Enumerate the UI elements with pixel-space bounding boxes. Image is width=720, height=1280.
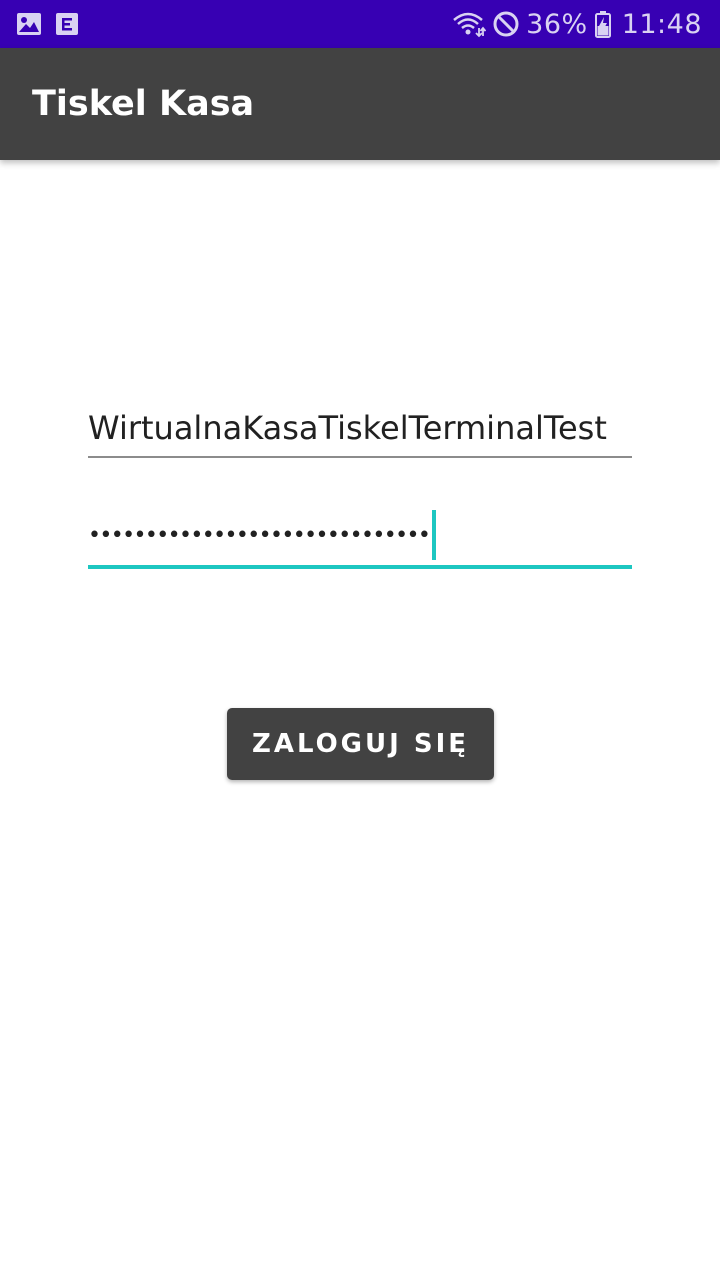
password-input[interactable]: •••••••••••••••••••••••••••••• bbox=[88, 505, 632, 565]
battery-percent: 36% bbox=[526, 8, 588, 40]
wifi-icon bbox=[452, 10, 487, 38]
image-icon bbox=[16, 12, 42, 36]
e-document-icon bbox=[55, 12, 79, 36]
username-underline bbox=[88, 456, 632, 458]
notification-area bbox=[16, 0, 79, 48]
password-masked-value: •••••••••••••••••••••••••••••• bbox=[88, 522, 431, 548]
app-title: Tiskel Kasa bbox=[32, 84, 255, 124]
clock-time: 11:48 bbox=[621, 8, 702, 40]
do-not-disturb-icon bbox=[492, 10, 520, 38]
text-cursor bbox=[432, 510, 437, 560]
screen: 36% 11:48 Tiskel Kasa ••••••••••••••••••… bbox=[0, 0, 720, 1280]
system-status-area: 36% 11:48 bbox=[452, 0, 702, 48]
username-field[interactable] bbox=[88, 400, 632, 460]
login-button[interactable]: ZALOGUJ SIĘ bbox=[227, 708, 494, 780]
password-field[interactable]: •••••••••••••••••••••••••••••• bbox=[88, 505, 632, 569]
password-underline-focused bbox=[88, 565, 632, 569]
username-input[interactable] bbox=[88, 400, 632, 456]
battery-charging-icon bbox=[594, 10, 612, 38]
status-bar: 36% 11:48 bbox=[0, 0, 720, 48]
app-bar: Tiskel Kasa bbox=[0, 48, 720, 160]
